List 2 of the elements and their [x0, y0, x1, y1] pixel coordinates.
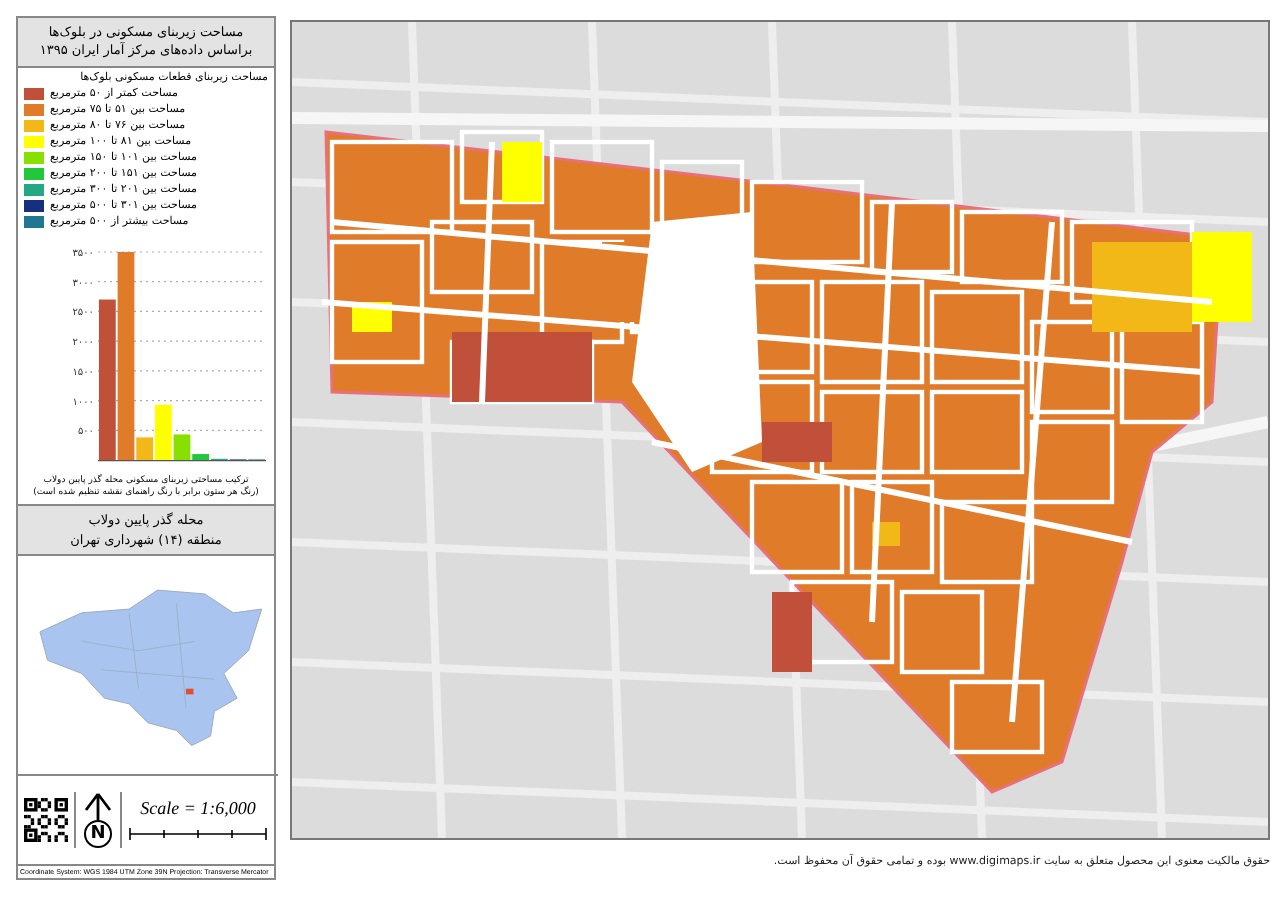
scale-text: Scale = 1:6,000 — [140, 798, 256, 818]
north-label: N — [84, 820, 112, 848]
